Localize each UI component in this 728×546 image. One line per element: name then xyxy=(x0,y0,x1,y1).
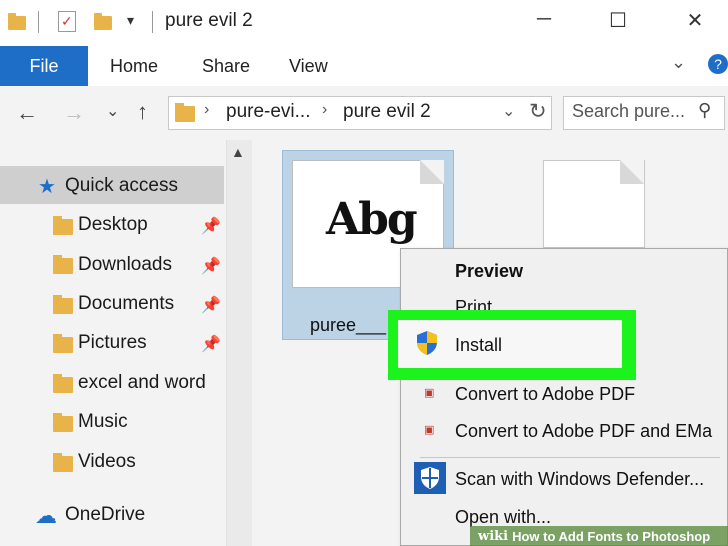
chevron-right-icon: › xyxy=(322,101,328,118)
downloads-folder-icon xyxy=(53,255,73,274)
tab-share[interactable]: Share xyxy=(202,56,250,77)
sidebar-item-music[interactable]: Music xyxy=(78,411,128,433)
forward-arrow-icon[interactable]: → xyxy=(63,100,85,126)
menu-item-open-with[interactable]: Open with... xyxy=(455,507,551,528)
folder-icon xyxy=(8,13,26,30)
refresh-icon[interactable]: ↻ xyxy=(529,99,547,124)
help-icon[interactable]: ? xyxy=(708,54,728,74)
properties-icon[interactable]: ✓ xyxy=(58,11,76,32)
expand-ribbon-icon[interactable]: ⌄ xyxy=(671,52,686,73)
sidebar-item-label: Quick access xyxy=(65,175,178,196)
watermark: wiki How to Add Fonts to Photoshop xyxy=(470,526,728,546)
back-arrow-icon[interactable]: ← xyxy=(16,100,38,126)
watermark-brand: wiki xyxy=(478,528,509,544)
search-icon: ⚲ xyxy=(698,100,712,120)
search-placeholder: Search pure... xyxy=(572,101,686,121)
tab-home[interactable]: Home xyxy=(110,56,158,77)
menu-item-scan-defender[interactable]: Scan with Windows Defender... xyxy=(455,469,704,490)
pin-icon: 📌 xyxy=(201,218,221,235)
window-title: pure evil 2 xyxy=(165,10,253,31)
menu-item-convert-pdf-email[interactable]: Convert to Adobe PDF and EMa xyxy=(455,421,712,442)
sidebar-item-pictures[interactable]: Pictures xyxy=(78,332,147,354)
sidebar-item-excel-and-word[interactable]: excel and word xyxy=(78,372,206,394)
page-fold xyxy=(420,160,444,184)
divider xyxy=(152,11,153,33)
pin-icon: 📌 xyxy=(201,297,221,314)
desktop-folder-icon xyxy=(53,216,73,235)
menu-item-install-label: Install xyxy=(455,335,503,355)
recent-locations-icon[interactable]: ⌄ xyxy=(106,101,119,121)
folder-icon xyxy=(175,103,195,122)
up-arrow-icon[interactable]: ↑ xyxy=(137,99,148,125)
breadcrumb-current[interactable]: pure evil 2 xyxy=(343,101,431,123)
chevron-down-icon[interactable]: ⌄ xyxy=(502,101,515,121)
sidebar-item-documents[interactable]: Documents xyxy=(78,293,174,315)
pdf-email-icon: ▣ xyxy=(424,424,435,436)
pictures-folder-icon xyxy=(53,334,73,353)
menu-separator xyxy=(420,457,720,458)
sidebar-item-videos[interactable]: Videos xyxy=(78,451,136,473)
defender-icon xyxy=(414,462,446,494)
documents-folder-icon xyxy=(53,295,73,314)
tab-file[interactable]: File xyxy=(0,46,88,86)
sidebar-item-onedrive[interactable]: OneDrive xyxy=(65,504,145,526)
menu-item-convert-pdf[interactable]: Convert to Adobe PDF xyxy=(455,384,635,405)
customize-toolbar-icon[interactable]: ▾ xyxy=(127,12,134,29)
star-icon: ★ xyxy=(38,176,56,198)
pin-icon: 📌 xyxy=(201,336,221,353)
font-preview: Abg xyxy=(326,194,418,245)
divider xyxy=(38,11,39,33)
pin-icon: 📌 xyxy=(201,258,221,275)
close-button[interactable]: ✕ xyxy=(675,8,715,33)
videos-folder-icon xyxy=(53,453,73,472)
sidebar-item-desktop[interactable]: Desktop xyxy=(78,214,148,236)
scrollbar[interactable] xyxy=(226,140,253,546)
menu-item-preview[interactable]: Preview xyxy=(455,261,523,282)
chevron-right-icon: › xyxy=(204,101,210,118)
page-fold xyxy=(620,160,644,184)
cloud-icon: ☁ xyxy=(35,503,57,528)
maximize-button[interactable]: ☐ xyxy=(598,8,638,33)
file-name: puree___ xyxy=(310,315,387,335)
scroll-up-icon[interactable]: ▲ xyxy=(231,144,245,160)
watermark-text: How to Add Fonts to Photoshop xyxy=(512,528,711,544)
new-folder-icon[interactable] xyxy=(94,13,112,30)
sidebar-item-downloads[interactable]: Downloads xyxy=(78,254,172,276)
breadcrumb-parent[interactable]: pure-evi... xyxy=(226,101,310,123)
minimize-button[interactable]: ─ xyxy=(524,8,564,31)
folder-icon xyxy=(53,374,73,393)
shield-icon xyxy=(416,330,438,356)
music-folder-icon xyxy=(53,413,73,432)
tab-view[interactable]: View xyxy=(289,56,328,77)
pdf-icon: ▣ xyxy=(424,387,435,399)
